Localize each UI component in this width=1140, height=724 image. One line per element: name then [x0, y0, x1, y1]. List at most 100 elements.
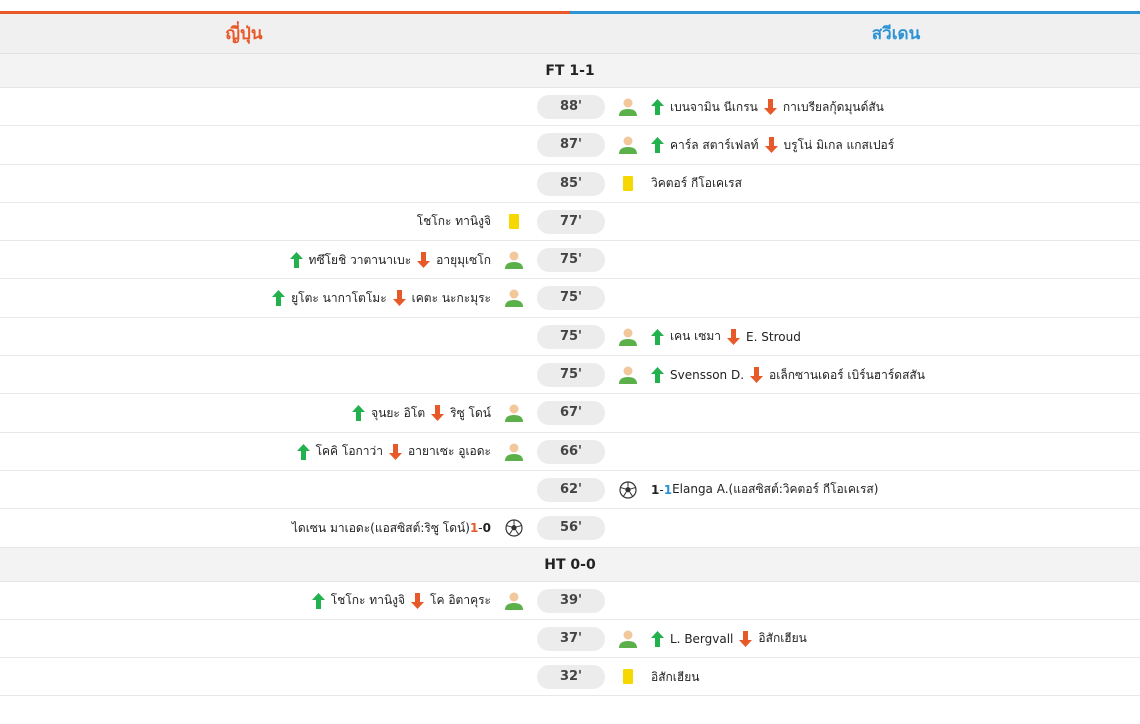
substitution-icon	[617, 326, 639, 348]
home-event[interactable]: ไดเซน มาเอดะ(แอสซิสต์:ริซู โดน์) 1 - 0	[292, 509, 525, 547]
substitution-icon	[617, 628, 639, 650]
away-event[interactable]: เคน เซมา E. Stroud	[617, 318, 801, 356]
football-goal-icon	[503, 517, 525, 539]
sub-out-player[interactable]: อเล็กซานเดอร์ เบิร์นฮาร์ดสสัน	[769, 366, 925, 385]
sub-in-player[interactable]: เบนจามิน นีเกรน	[670, 98, 758, 117]
substitution-icon	[503, 287, 525, 309]
event-minute: 75'	[537, 248, 605, 273]
goal-away-score: 0	[482, 521, 491, 536]
sub-out-player[interactable]: อิสักเฮียน	[758, 629, 806, 648]
sub-out-player[interactable]: กาเบรียลกุ้ดมุนด์สัน	[783, 98, 884, 117]
home-event-content: โคคิ โอกาว่า อายาเซะ อูเอดะ	[296, 442, 491, 461]
event-minute: 75'	[537, 363, 605, 388]
sub-out-arrow-icon	[739, 630, 753, 647]
away-event[interactable]: วิคตอร์ กีโอเคเรส	[617, 165, 742, 203]
event-minute: 67'	[537, 401, 605, 426]
sub-out-player[interactable]: อายาเซะ อูเอดะ	[408, 442, 491, 461]
away-event-content: เคน เซมา E. Stroud	[651, 327, 801, 346]
sub-in-player[interactable]: จุนยะ อิโต	[371, 404, 425, 423]
sub-in-player[interactable]: เคน เซมา	[670, 327, 721, 346]
home-event[interactable]: ยูโตะ นากาโตโมะ เคตะ นะกะมุระ	[272, 279, 525, 317]
away-event[interactable]: คาร์ล สตาร์เฟลท์ บรูโน่ มิเกล แกสเปอร์	[617, 126, 894, 164]
sub-in-player[interactable]: ยูโตะ นากาโตโมะ	[291, 289, 387, 308]
event-minute: 39'	[537, 588, 605, 613]
sub-out-player[interactable]: โค อิตาคุระ	[430, 591, 491, 610]
yellow-card-icon	[617, 173, 639, 195]
sub-out-player[interactable]: ริซู โดน์	[450, 404, 491, 423]
sub-out-player[interactable]: บรูโน่ มิเกล แกสเปอร์	[784, 136, 895, 155]
sub-out-player[interactable]: E. Stroud	[746, 330, 801, 344]
goal-home-score: 1	[651, 482, 660, 497]
home-team-name[interactable]: ญี่ปุ่น	[0, 14, 488, 54]
sub-in-arrow-icon	[651, 328, 664, 345]
event-row: 77' โชโกะ ทานิงูจิ	[0, 202, 1140, 242]
event-row: 75' ทซึโยชิ วาตานาเบะ อายุมุเซโก	[0, 241, 1140, 280]
sub-out-arrow-icon	[389, 443, 403, 460]
away-event[interactable]: อิสักเฮียน	[617, 658, 699, 696]
away-event[interactable]: เบนจามิน นีเกรน กาเบรียลกุ้ดมุนด์สัน	[617, 88, 884, 126]
away-event[interactable]: L. Bergvall อิสักเฮียน	[617, 620, 807, 658]
event-row: 75' เคน เซมา E. Stroud	[0, 317, 1140, 357]
away-team-name[interactable]: สวีเดน	[652, 14, 1140, 54]
sub-out-arrow-icon	[392, 290, 406, 307]
goal-home-score: 1	[469, 521, 479, 536]
full-time-separator: FT 1-1	[0, 54, 1140, 88]
home-event[interactable]: โคคิ โอกาว่า อายาเซะ อูเอดะ	[296, 433, 525, 471]
home-event[interactable]: จุนยะ อิโต ริซู โดน์	[352, 394, 525, 432]
home-event-content: โชโกะ ทานิงูจิ	[417, 212, 491, 231]
substitution-icon	[617, 134, 639, 156]
home-event[interactable]: ทซึโยชิ วาตานาเบะ อายุมุเซโก	[289, 241, 525, 279]
goal-scorer[interactable]: Elanga A.(แอสซิสต์:วิคตอร์ กีโอเคเรส)	[672, 480, 878, 499]
away-event[interactable]: Svensson D. อเล็กซานเดอร์ เบิร์นฮาร์ดสสัน	[617, 356, 925, 394]
home-event[interactable]: โชโกะ ทานิงูจิ โค อิตาคุระ	[311, 582, 525, 620]
goal-away-score: 1	[663, 482, 673, 497]
sub-in-arrow-icon	[651, 99, 664, 115]
football-goal-icon	[617, 479, 639, 501]
yellow-card-icon	[503, 211, 525, 233]
home-event[interactable]: โชโกะ ทานิงูจิ	[417, 203, 525, 241]
away-event-content: L. Bergvall อิสักเฮียน	[651, 629, 807, 648]
away-event-content: วิคตอร์ กีโอเคเรส	[651, 174, 742, 193]
event-minute: 75'	[537, 324, 605, 349]
sub-in-arrow-icon	[352, 405, 366, 422]
sub-out-arrow-icon	[411, 592, 425, 609]
sub-in-arrow-icon	[272, 290, 286, 307]
away-event-content: คาร์ล สตาร์เฟลท์ บรูโน่ มิเกล แกสเปอร์	[651, 136, 894, 155]
sub-in-player[interactable]: คาร์ล สตาร์เฟลท์	[670, 136, 759, 155]
sub-out-arrow-icon	[764, 137, 778, 154]
booked-player[interactable]: วิคตอร์ กีโอเคเรส	[651, 174, 742, 193]
sub-in-arrow-icon	[651, 137, 664, 154]
substitution-icon	[617, 96, 639, 118]
event-row: 75' Svensson D. อเล็กซานเดอร์ เบิร์นฮาร์ดส…	[0, 356, 1140, 395]
substitution-icon	[503, 402, 525, 424]
sub-in-player[interactable]: Svensson D.	[670, 368, 744, 382]
event-row: 32' อิสักเฮียน	[0, 658, 1140, 697]
event-minute: 66'	[537, 439, 605, 464]
sub-out-player[interactable]: เคตะ นะกะมุระ	[412, 289, 491, 308]
event-row: 85' วิคตอร์ กีโอเคเรส	[0, 164, 1140, 203]
event-minute: 37'	[537, 626, 605, 651]
home-event-content: ยูโตะ นากาโตโมะ เคตะ นะกะมุระ	[272, 289, 491, 308]
sub-in-arrow-icon	[289, 252, 303, 269]
event-minute: 77'	[537, 209, 605, 234]
substitution-icon	[617, 364, 639, 386]
sub-in-player[interactable]: ทซึโยชิ วาตานาเบะ	[309, 251, 412, 270]
teams-header: ญี่ปุ่น สวีเดน	[0, 14, 1140, 54]
sub-in-player[interactable]: โชโกะ ทานิงูจิ	[331, 591, 405, 610]
event-minute: 87'	[537, 133, 605, 158]
yellow-card-icon	[617, 666, 639, 688]
goal-scorer[interactable]: ไดเซน มาเอดะ(แอสซิสต์:ริซู โดน์)	[292, 519, 470, 538]
away-event[interactable]: 1 - 1 Elanga A.(แอสซิสต์:วิคตอร์ กีโอเคเ…	[617, 471, 878, 509]
sub-out-player[interactable]: อายุมุเซโก	[436, 251, 491, 270]
sub-in-player[interactable]: L. Bergvall	[670, 632, 733, 646]
booked-player[interactable]: โชโกะ ทานิงูจิ	[417, 212, 491, 231]
booked-player[interactable]: อิสักเฮียน	[651, 668, 699, 687]
event-row: 88' เบนจามิน นีเกรน กาเบรียลกุ้ดมุนด์สัน	[0, 88, 1140, 127]
event-minute: 85'	[537, 171, 605, 196]
sub-out-arrow-icon	[431, 405, 445, 422]
sub-out-arrow-icon	[750, 367, 764, 384]
away-event-content: อิสักเฮียน	[651, 668, 699, 687]
sub-in-player[interactable]: โคคิ โอกาว่า	[316, 442, 383, 461]
event-row: 66' โคคิ โอกาว่า อายาเซะ อูเอดะ	[0, 432, 1140, 471]
event-row: 75' ยูโตะ นากาโตโมะ เคตะ นะกะมุระ	[0, 279, 1140, 318]
